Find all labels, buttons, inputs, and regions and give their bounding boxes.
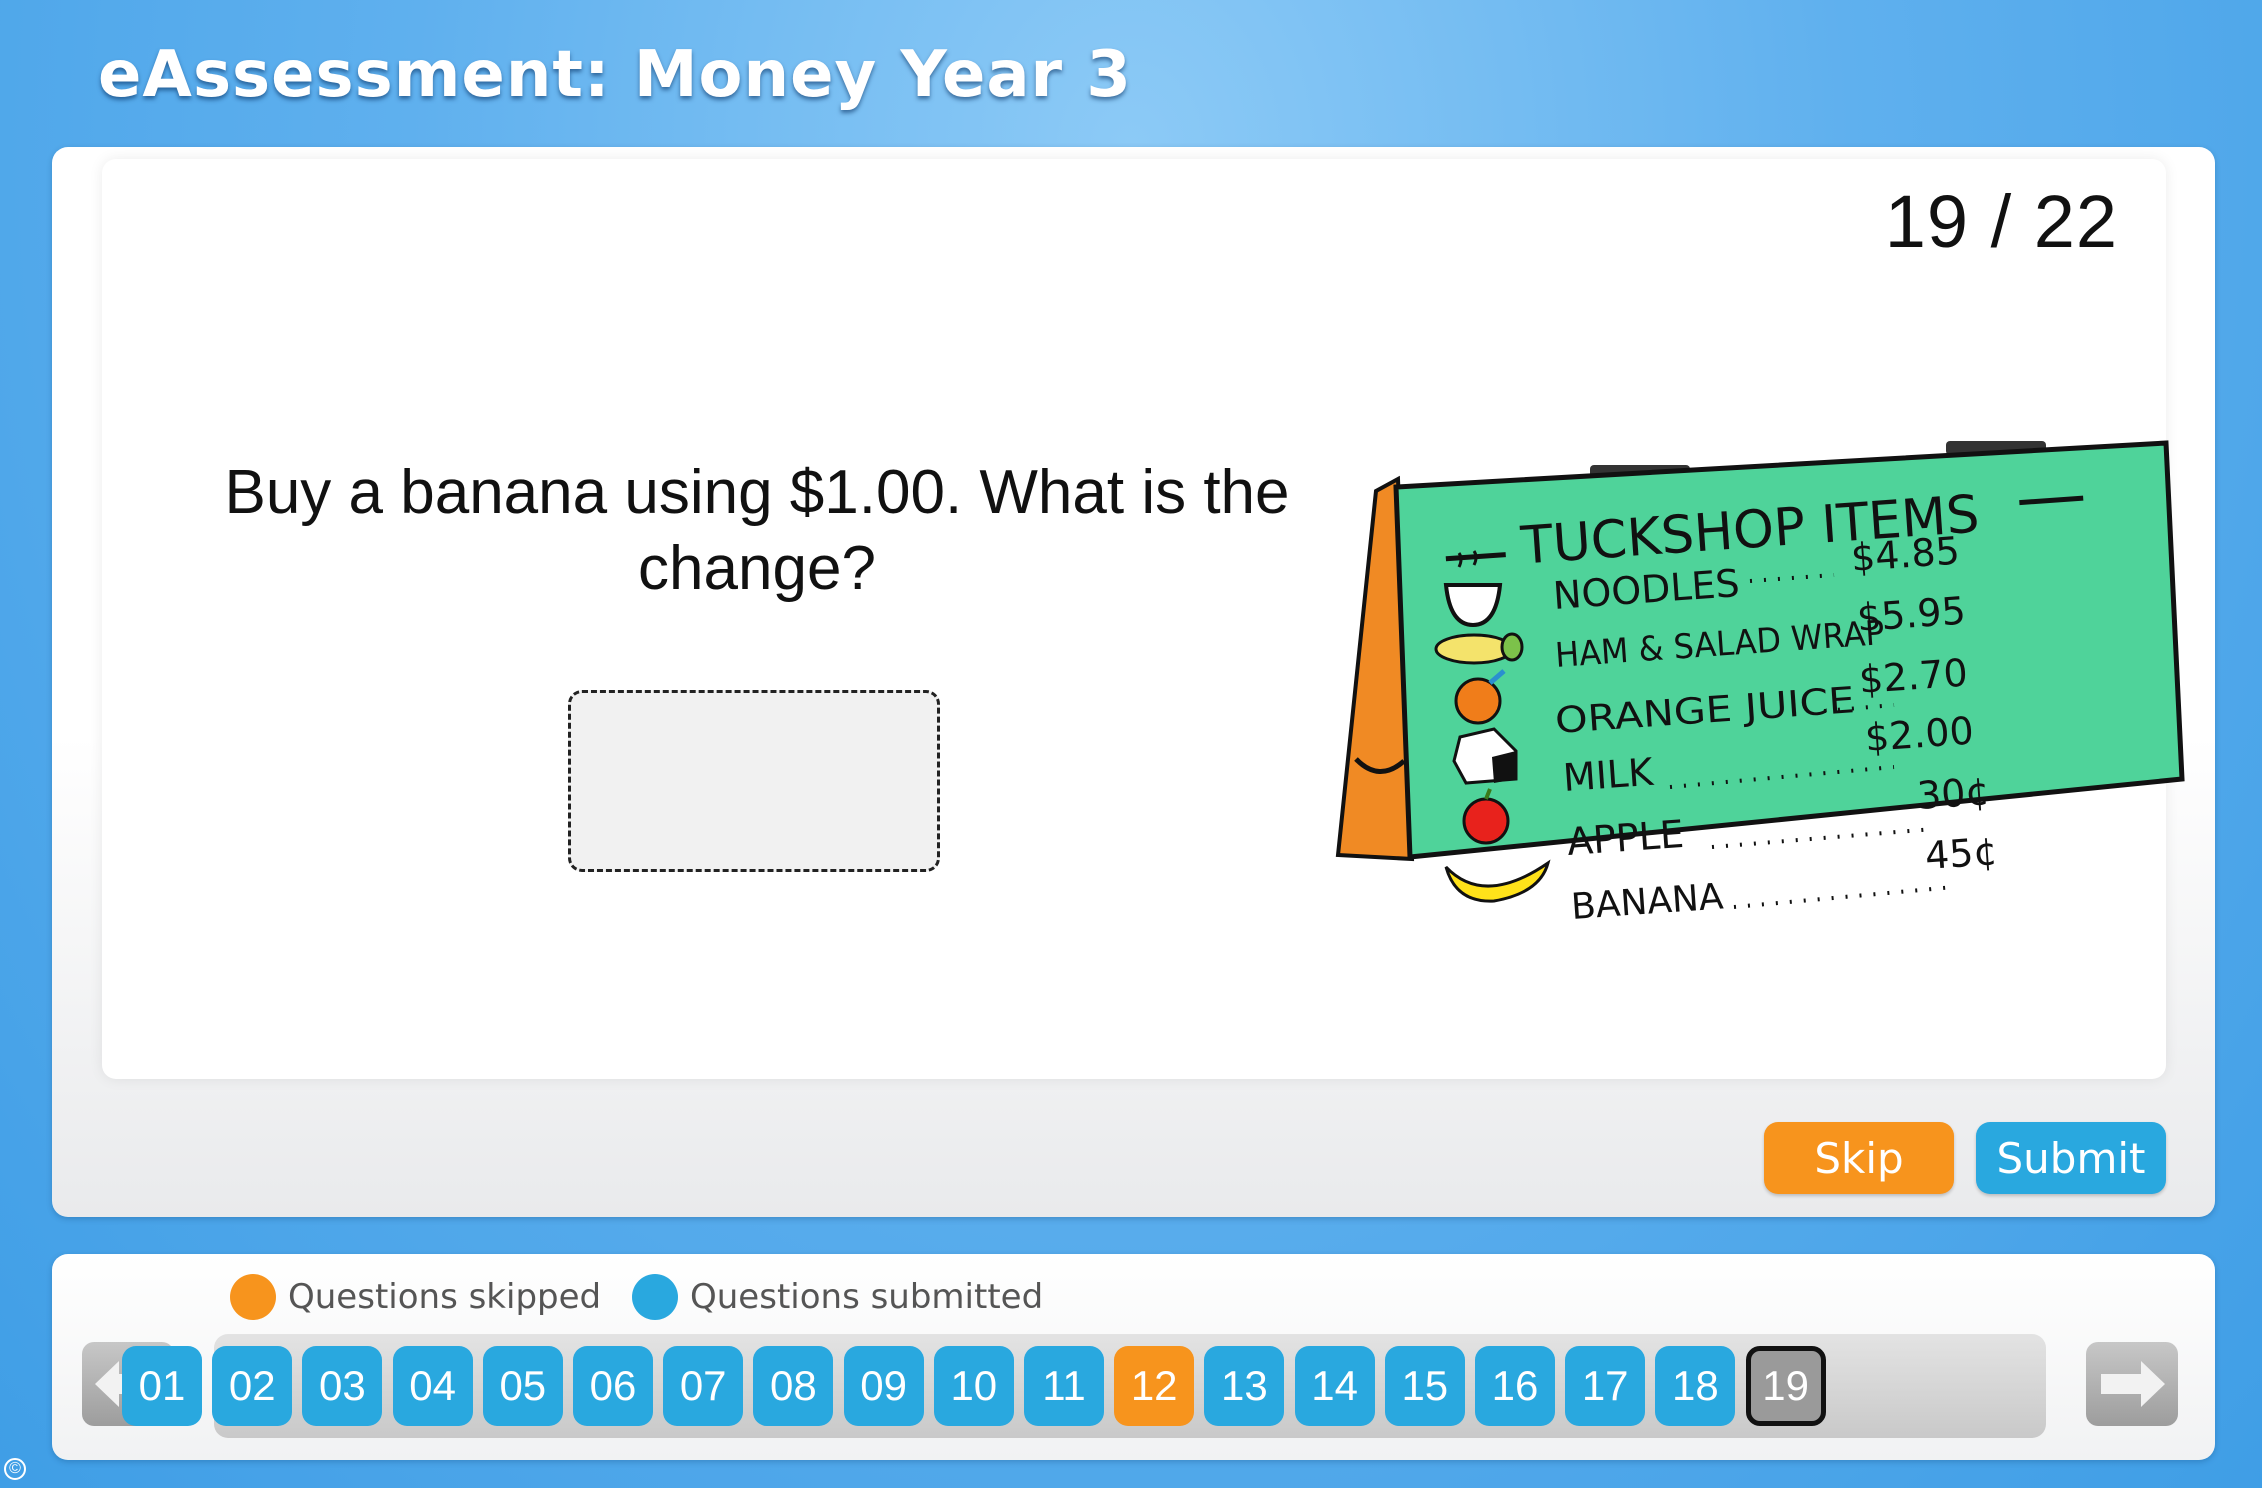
question-button-10[interactable]: 10 — [933, 1346, 1014, 1426]
question-button-03[interactable]: 03 — [302, 1346, 383, 1426]
submitted-dot-icon — [632, 1274, 678, 1320]
current-question-number: 19 — [1884, 180, 1969, 263]
question-button-11[interactable]: 11 — [1024, 1346, 1104, 1426]
question-button-02[interactable]: 02 — [212, 1346, 293, 1426]
question-button-04[interactable]: 04 — [392, 1346, 473, 1426]
legend-submitted: Questions submitted — [632, 1274, 1043, 1320]
question-counter: 19 / 22 — [1885, 179, 2118, 264]
submit-button[interactable]: Submit — [1976, 1122, 2166, 1194]
sign-item-price-noodles: $4.85 — [1850, 528, 1962, 579]
sign-item-price-wrap: $5.95 — [1856, 588, 1968, 639]
legend-skipped-label: Questions skipped — [288, 1277, 602, 1317]
copyright-icon: © — [4, 1458, 26, 1480]
legend-skipped: Questions skipped — [230, 1274, 601, 1320]
next-button[interactable] — [2086, 1342, 2178, 1426]
sign-item-price-banana: 45¢ — [1924, 829, 1999, 878]
sign-item-name-banana: BANANA — [1570, 876, 1725, 928]
sign-item-price-milk: $2.00 — [1864, 708, 1976, 759]
sign-item-name-milk: MILK — [1562, 750, 1656, 800]
question-button-19[interactable]: 19 — [1745, 1346, 1826, 1426]
question-card: 19 / 22 Buy a banana using $1.00. What i… — [102, 159, 2185, 1079]
question-text: Buy a banana using $1.00. What is the ch… — [224, 458, 1290, 603]
question-button-18[interactable]: 18 — [1655, 1346, 1736, 1426]
sign-item-price-apple: 30¢ — [1916, 769, 1991, 818]
question-button-17[interactable]: 17 — [1565, 1346, 1646, 1426]
sign-item-price-orange-juice: $2.70 — [1858, 650, 1970, 701]
counter-separator: / — [1990, 180, 2013, 263]
question-button-15[interactable]: 15 — [1384, 1346, 1465, 1426]
question-button-06[interactable]: 06 — [573, 1346, 653, 1426]
question-navigator: Questions skipped Questions submitted 01… — [52, 1254, 2215, 1460]
question-button-12[interactable]: 12 — [1114, 1346, 1195, 1426]
question-button-16[interactable]: 16 — [1475, 1346, 1555, 1426]
question-button-08[interactable]: 08 — [753, 1346, 834, 1426]
question-button-14[interactable]: 14 — [1294, 1346, 1375, 1426]
sign-item-name-apple: APPLE — [1566, 812, 1686, 864]
answer-drop-box[interactable] — [568, 690, 940, 872]
app-title: eAssessment: Money Year 3 — [98, 38, 1132, 112]
question-button-05[interactable]: 05 — [482, 1346, 563, 1426]
question-button-07[interactable]: 07 — [663, 1346, 744, 1426]
question-button-01[interactable]: 01 — [122, 1346, 202, 1426]
question-number-track: 01 02 03 04 05 06 07 08 09 10 11 12 13 14 15 16 17 18 19 — [122, 1334, 2046, 1438]
question-button-09[interactable]: 09 — [843, 1346, 924, 1426]
question-button-13[interactable]: 13 — [1204, 1346, 1285, 1426]
skipped-dot-icon — [230, 1274, 276, 1320]
legend-submitted-label: Questions submitted — [690, 1277, 1044, 1317]
arrow-right-icon — [2101, 1361, 2165, 1407]
main-panel: 19 / 22 Buy a banana using $1.00. What i… — [52, 147, 2215, 1217]
wrap-icon — [1434, 632, 1524, 665]
skip-button[interactable]: Skip — [1764, 1122, 1954, 1194]
total-questions: 22 — [2033, 180, 2118, 263]
banana-icon — [1444, 859, 1551, 903]
tuckshop-sign: TUCKSHOP ITEMS NOODLES HAM & SALAD WRAP … — [1335, 440, 2185, 928]
